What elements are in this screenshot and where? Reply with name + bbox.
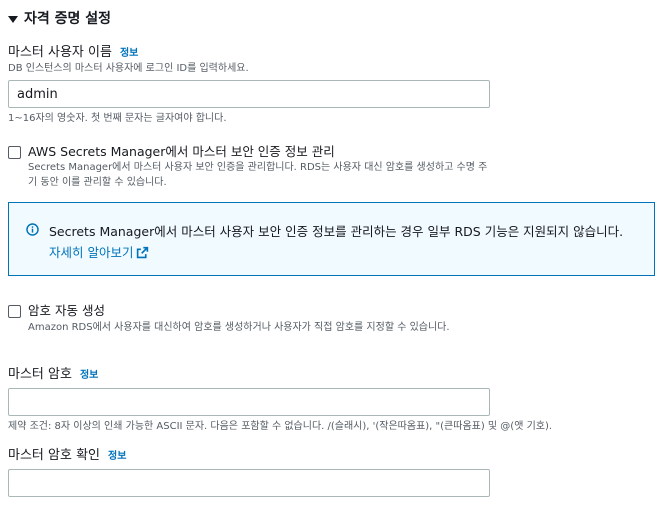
caret-down-icon bbox=[8, 15, 18, 23]
info-alert: Secrets Manager에서 마스터 사용자 보안 인증 정보를 관리하는… bbox=[8, 202, 655, 276]
username-info-link[interactable]: 정보 bbox=[120, 48, 138, 59]
secrets-manager-checkbox[interactable] bbox=[8, 146, 21, 159]
master-password-label-row: 마스터 암호 정보 bbox=[8, 363, 98, 382]
confirm-password-label: 마스터 암호 확인 bbox=[8, 448, 100, 463]
auto-password-checkbox[interactable] bbox=[8, 305, 21, 318]
username-constraint: 1~16자의 영숫자. 첫 번째 문자는 글자여야 합니다. bbox=[8, 113, 227, 124]
learn-more-label: 자세히 알아보기 bbox=[49, 245, 134, 260]
username-label: 마스터 사용자 이름 bbox=[8, 45, 112, 60]
external-link-icon bbox=[137, 246, 149, 259]
username-input[interactable] bbox=[8, 80, 490, 108]
section-title: 자격 증명 설정 bbox=[24, 11, 112, 27]
confirm-password-input[interactable] bbox=[8, 469, 490, 497]
alert-text-block: Secrets Manager에서 마스터 사용자 보안 인증 정보를 관리하는… bbox=[49, 221, 634, 263]
credentials-section-toggle[interactable]: 자격 증명 설정 bbox=[8, 8, 111, 28]
master-password-label: 마스터 암호 bbox=[8, 367, 72, 382]
username-label-row: 마스터 사용자 이름 정보 bbox=[8, 41, 138, 60]
secrets-manager-description: Secrets Manager에서 마스터 사용자 보안 인증을 관리합니다. … bbox=[28, 162, 488, 188]
secrets-manager-label[interactable]: AWS Secrets Manager에서 마스터 보안 인증 정보 관리 bbox=[28, 141, 335, 160]
confirm-password-info-link[interactable]: 정보 bbox=[108, 451, 126, 462]
confirm-password-label-row: 마스터 암호 확인 정보 bbox=[8, 444, 126, 463]
master-password-constraint: 제약 조건: 8자 이상의 인쇄 가능한 ASCII 문자. 다음은 포함할 수… bbox=[8, 421, 553, 432]
master-password-info-link[interactable]: 정보 bbox=[80, 370, 98, 381]
username-description: DB 인스턴스의 마스터 사용자에 로그인 ID를 입력하세요. bbox=[8, 63, 249, 74]
alert-message: Secrets Manager에서 마스터 사용자 보안 인증 정보를 관리하는… bbox=[49, 224, 624, 239]
learn-more-link[interactable]: 자세히 알아보기 bbox=[49, 245, 149, 260]
auto-password-description: Amazon RDS에서 사용자를 대신하여 암호를 생성하거나 사용자가 직접… bbox=[28, 322, 450, 333]
info-icon bbox=[26, 223, 39, 236]
master-password-input[interactable] bbox=[8, 388, 490, 416]
auto-password-label[interactable]: 암호 자동 생성 bbox=[28, 300, 105, 319]
